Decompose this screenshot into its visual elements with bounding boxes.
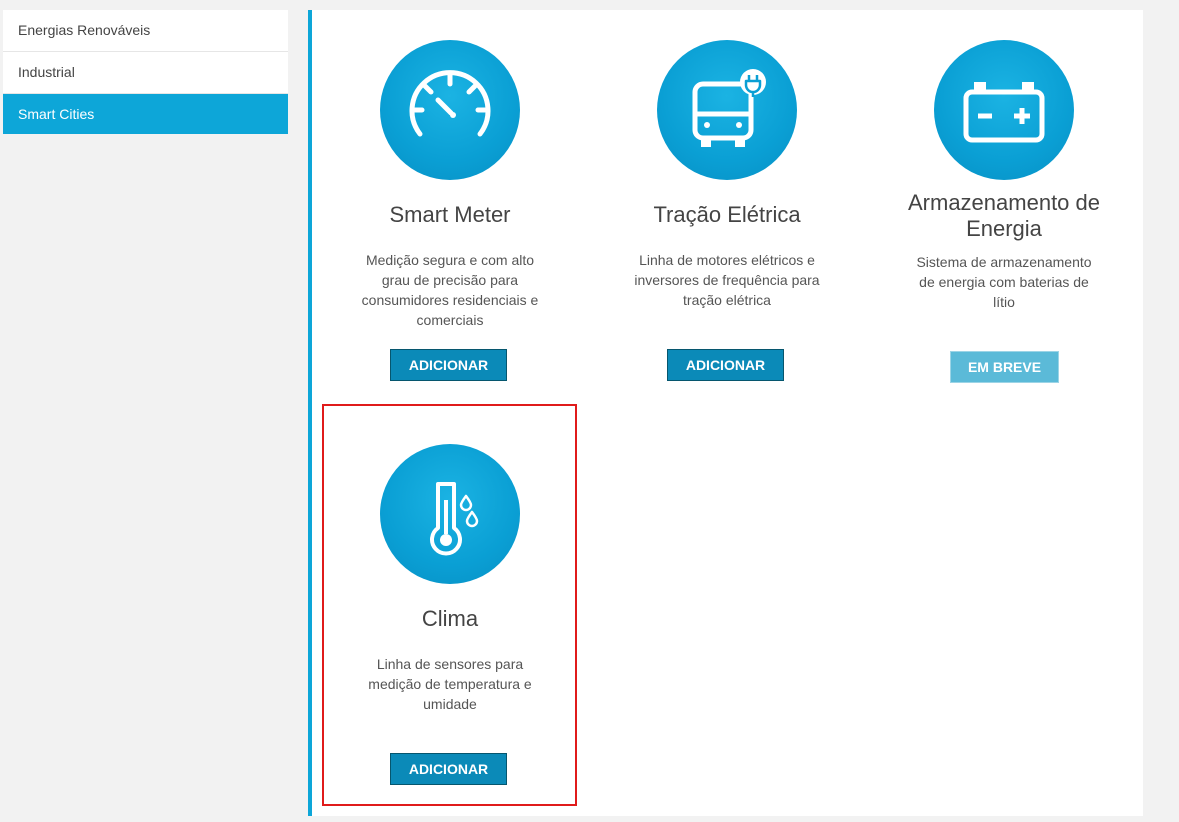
battery-icon — [934, 40, 1074, 180]
card-description: Sistema de armazenamento de energia com … — [916, 254, 1092, 310]
sidebar-item-industrial[interactable]: Industrial — [3, 52, 288, 94]
speedometer-icon — [380, 40, 520, 180]
sidebar-item-energias-renovaveis[interactable]: Energias Renováveis — [3, 10, 288, 52]
add-smart-meter-button[interactable]: ADICIONAR — [390, 349, 507, 381]
card-title: Smart Meter — [389, 202, 511, 227]
electric-bus-icon — [657, 40, 797, 180]
card-title: Tração Elétrica — [653, 202, 801, 227]
category-sidebar: Energias Renováveis Industrial Smart Cit… — [3, 10, 288, 134]
coming-soon-button[interactable]: EM BREVE — [950, 351, 1059, 383]
product-card-armazenamento: Armazenamento de Energia Sistema de arma… — [877, 40, 1131, 385]
add-tracao-eletrica-button[interactable]: ADICIONAR — [667, 349, 784, 381]
card-title: Armazenamento de Energia — [908, 190, 1100, 241]
card-description: Linha de motores elétricos e inversores … — [634, 252, 820, 308]
product-card-smart-meter: Smart Meter Medição segura e com alto gr… — [323, 40, 577, 385]
product-card-tracao-eletrica: Tração Elétrica Linha de motores elétric… — [600, 40, 854, 385]
sidebar-item-smart-cities[interactable]: Smart Cities — [3, 94, 288, 134]
card-description: Medição segura e com alto grau de precis… — [361, 252, 539, 328]
selection-highlight — [322, 404, 577, 806]
